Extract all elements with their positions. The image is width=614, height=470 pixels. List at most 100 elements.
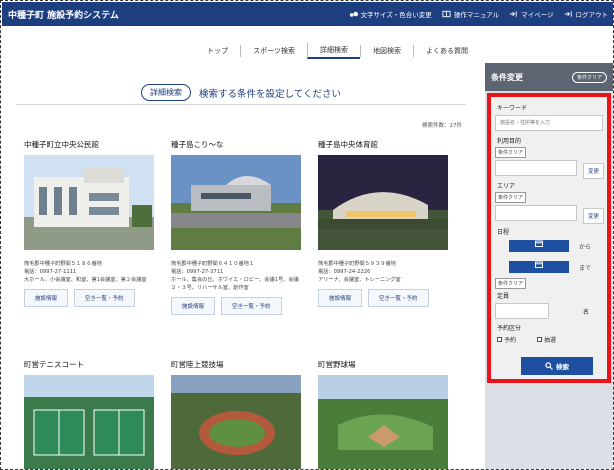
search-heading: 詳細検索 検索する条件を設定してください [16, 81, 466, 105]
facility-name[interactable]: 中種子町立中央公民館 [24, 139, 159, 151]
area-field[interactable] [495, 205, 577, 221]
capacity-label: 定員 [497, 293, 510, 300]
top-header: 中種子町 施設予約システム 文字サイズ・色合い変更 操作マニュアル マイページ … [2, 2, 614, 26]
date-clear-button[interactable]: 条件クリア [495, 278, 527, 289]
browser-frame: 中種子町 施設予約システム 文字サイズ・色合い変更 操作マニュアル マイページ … [0, 0, 614, 470]
facility-card: 中種子町立中央公民館 熊毛郡中種子町野間５１８６番地 電話：0997-27-11… [24, 139, 159, 307]
availability-button[interactable]: 空き一覧・予約 [221, 297, 282, 315]
area-change-button[interactable]: 変更 [583, 208, 605, 224]
nav-top[interactable]: トップ [195, 45, 240, 57]
calendar-icon [535, 240, 543, 247]
facility-address: 熊毛郡中種子町野間６４１０番地１ [171, 261, 255, 267]
logout-link[interactable]: ログアウト [564, 9, 609, 19]
mypage-icon [510, 11, 517, 17]
date-from-button[interactable] [509, 240, 569, 252]
facility-info-button[interactable]: 施設情報 [171, 297, 216, 315]
facility-name[interactable]: 町営陸上競技場 [171, 359, 306, 371]
facility-photo[interactable] [171, 155, 301, 250]
nav-detail-search[interactable]: 詳細検索 [307, 43, 360, 59]
calendar-icon [535, 261, 543, 268]
facility-photo[interactable] [318, 155, 448, 250]
area-clear-button[interactable]: 条件クリア [495, 192, 527, 203]
capacity-unit: 名 [583, 309, 590, 316]
athletic-field-image [171, 375, 301, 469]
mypage-link[interactable]: マイページ [509, 9, 554, 19]
facility-info-button[interactable]: 施設情報 [318, 289, 363, 307]
facility-photo[interactable] [24, 155, 154, 250]
corina-hall-image [171, 155, 301, 250]
checkbox-box[interactable] [497, 337, 502, 342]
facility-card: 町営テニスコート [24, 359, 159, 469]
mypage-label: マイページ [521, 11, 554, 19]
facility-name[interactable]: 種子島中央体育館 [318, 139, 453, 151]
facility-name[interactable]: 町営テニスコート [24, 359, 159, 371]
card-buttons: 施設情報 空き一覧・予約 [318, 289, 453, 307]
lottery-option-label: 抽選 [544, 337, 557, 344]
main-nav: トップ スポーツ検索 詳細検索 地図検索 よくある質問 [2, 41, 480, 61]
community-hall-image [24, 155, 154, 250]
checkbox-box[interactable] [537, 337, 542, 342]
facility-rooms: アリーナ、会議室、トレーニング室 [318, 277, 401, 283]
purpose-change-button[interactable]: 変更 [583, 163, 605, 179]
card-buttons: 施設情報 空き一覧・予約 [24, 289, 159, 307]
app-title[interactable]: 中種子町 施設予約システム [2, 8, 119, 21]
utility-menu: 文字サイズ・色合い変更 操作マニュアル マイページ ログアウト [349, 9, 614, 19]
clear-all-button[interactable]: 条件クリア [571, 71, 607, 83]
card-buttons: 施設情報 空き一覧・予約 [171, 297, 306, 315]
sidebar-title: 条件変更 [491, 72, 523, 82]
keyword-label: キーワード [497, 105, 528, 112]
search-icon [545, 362, 553, 370]
facility-photo[interactable] [318, 375, 448, 469]
facility-name[interactable]: 種子島こり～な [171, 139, 306, 151]
filter-panel: キーワード 利用目的 条件クリア 変更 エリア 条件クリア 変更 日程 から ま… [487, 93, 611, 383]
facility-card: 町営野球場 [318, 359, 453, 469]
facility-rooms: 大ホール、小会議室、和室、第1会議室、第２会議室 [24, 277, 147, 283]
font-size-link[interactable]: 文字サイズ・色合い変更 [349, 9, 432, 19]
keyword-input[interactable] [495, 115, 603, 131]
result-count: 検索件数：17件 [422, 123, 462, 129]
book-icon [442, 10, 451, 18]
availability-button[interactable]: 空き一覧・予約 [368, 289, 429, 307]
nav-faq[interactable]: よくある質問 [413, 45, 480, 57]
date-from-suffix: から [579, 244, 592, 251]
facility-address: 熊毛郡中種子町野間５９３９番地 [318, 261, 396, 267]
facility-tel: 電話：0997-27-1111 [24, 269, 77, 275]
area-label: エリア [497, 183, 516, 190]
search-button[interactable]: 検索 [521, 357, 593, 375]
purpose-label: 利用目的 [497, 138, 522, 145]
facility-photo[interactable] [24, 375, 154, 469]
facility-address: 熊毛郡中種子町野間５１８６番地 [24, 261, 102, 267]
facility-rooms: ホール、集会の丘、ホワイエ・ロビー、会議1号、会議２・３号、リハーサル室、創作室 [171, 277, 299, 291]
facility-info-button[interactable]: 施設情報 [24, 289, 69, 307]
date-label: 日程 [497, 229, 510, 236]
nav-map-search[interactable]: 地図検索 [360, 45, 413, 57]
font-size-label: 文字サイズ・色合い変更 [360, 11, 432, 19]
condition-sidebar: 条件変更 条件クリア キーワード 利用目的 条件クリア 変更 エリア 条件クリア… [485, 63, 613, 469]
capacity-input[interactable] [495, 303, 549, 319]
facility-info: 熊毛郡中種子町野間６４１０番地１ 電話：0997-27-3711 ホール、集会の… [171, 260, 306, 292]
reserve-checkbox[interactable]: 予約 [497, 335, 516, 344]
purpose-clear-button[interactable]: 条件クリア [495, 147, 527, 158]
manual-link[interactable]: 操作マニュアル [442, 9, 499, 19]
baseball-field-image [318, 375, 448, 469]
facility-name[interactable]: 町営野球場 [318, 359, 453, 371]
logout-icon [564, 11, 572, 17]
nav-sports-search[interactable]: スポーツ検索 [240, 45, 307, 57]
search-button-label: 検索 [556, 363, 569, 371]
date-to-button[interactable] [509, 261, 569, 273]
availability-button[interactable]: 空き一覧・予約 [74, 289, 135, 307]
reserve-option-label: 予約 [504, 337, 517, 344]
facility-card: 町営陸上競技場 [171, 359, 306, 469]
logout-label: ログアウト [575, 11, 609, 19]
font-size-icon [349, 11, 358, 17]
facility-photo[interactable] [171, 375, 301, 469]
facility-card: 種子島こり～な 熊毛郡中種子町野間６４１０番地１ 電話：0997-27-3711… [171, 139, 306, 315]
detail-search-badge: 詳細検索 [141, 84, 192, 101]
purpose-field[interactable] [495, 160, 577, 176]
main-content: 詳細検索 検索する条件を設定してください 検索件数：17件 中種子町立中央公民館 [2, 63, 480, 469]
sidebar-header: 条件変更 条件クリア [485, 63, 613, 91]
reserve-type-label: 予約区分 [497, 325, 522, 332]
facility-card: 種子島中央体育館 熊毛郡中種子町野間５９３９番地 電話：0997-24-2226… [318, 139, 453, 307]
facility-info: 熊毛郡中種子町野間５１８６番地 電話：0997-27-1111 大ホール、小会議… [24, 260, 159, 284]
lottery-checkbox[interactable]: 抽選 [537, 335, 556, 344]
